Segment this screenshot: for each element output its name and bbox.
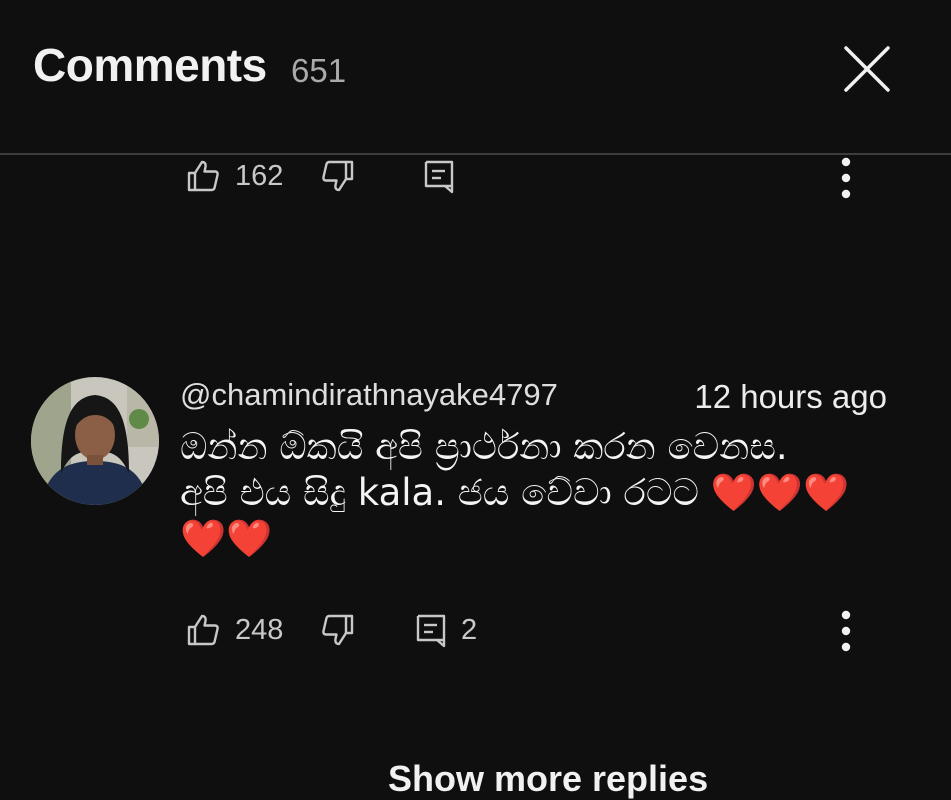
comment-timestamp: 12 hours ago [694,378,887,415]
heart-emojis-2: ❤️❤️ [180,517,273,560]
show-more-replies-button[interactable]: Show more replies [388,758,708,800]
comments-header: Comments 651 [0,0,951,154]
close-button[interactable] [838,40,896,98]
comment-text-line2: අපි එය සිදු kala. ජය වේවා රටට [180,471,711,514]
comment-author[interactable]: @chamindirathnayake4797 [180,377,558,413]
thumbs-up-icon[interactable] [186,159,220,193]
header-divider [0,153,951,155]
thumbs-up-icon[interactable] [186,613,220,647]
avatar[interactable] [31,377,159,505]
more-vertical-icon[interactable] [836,607,856,655]
thumbs-down-icon[interactable] [321,613,355,647]
reply-icon[interactable] [422,158,456,194]
reply-count: 2 [461,614,478,646]
close-icon [844,46,890,92]
comments-title: Comments [33,39,267,91]
avatar-image [31,377,159,505]
heart-emojis: ❤️❤️❤️ [710,471,850,514]
thumbs-down-icon[interactable] [321,159,355,193]
comments-count: 651 [291,52,347,89]
comment-text-line1: ඔන්න ඕකයි අපි ප්‍රාර්ථනා කරන වෙනස. [180,425,788,468]
comment-text: ඔන්න ඕකයි අපි ප්‍රාර්ථනා කරන වෙනස. අපි එ… [180,424,890,562]
reply-icon[interactable] [414,612,448,648]
like-count: 248 [235,614,284,646]
like-count: 162 [235,160,284,192]
more-vertical-icon[interactable] [836,154,856,202]
